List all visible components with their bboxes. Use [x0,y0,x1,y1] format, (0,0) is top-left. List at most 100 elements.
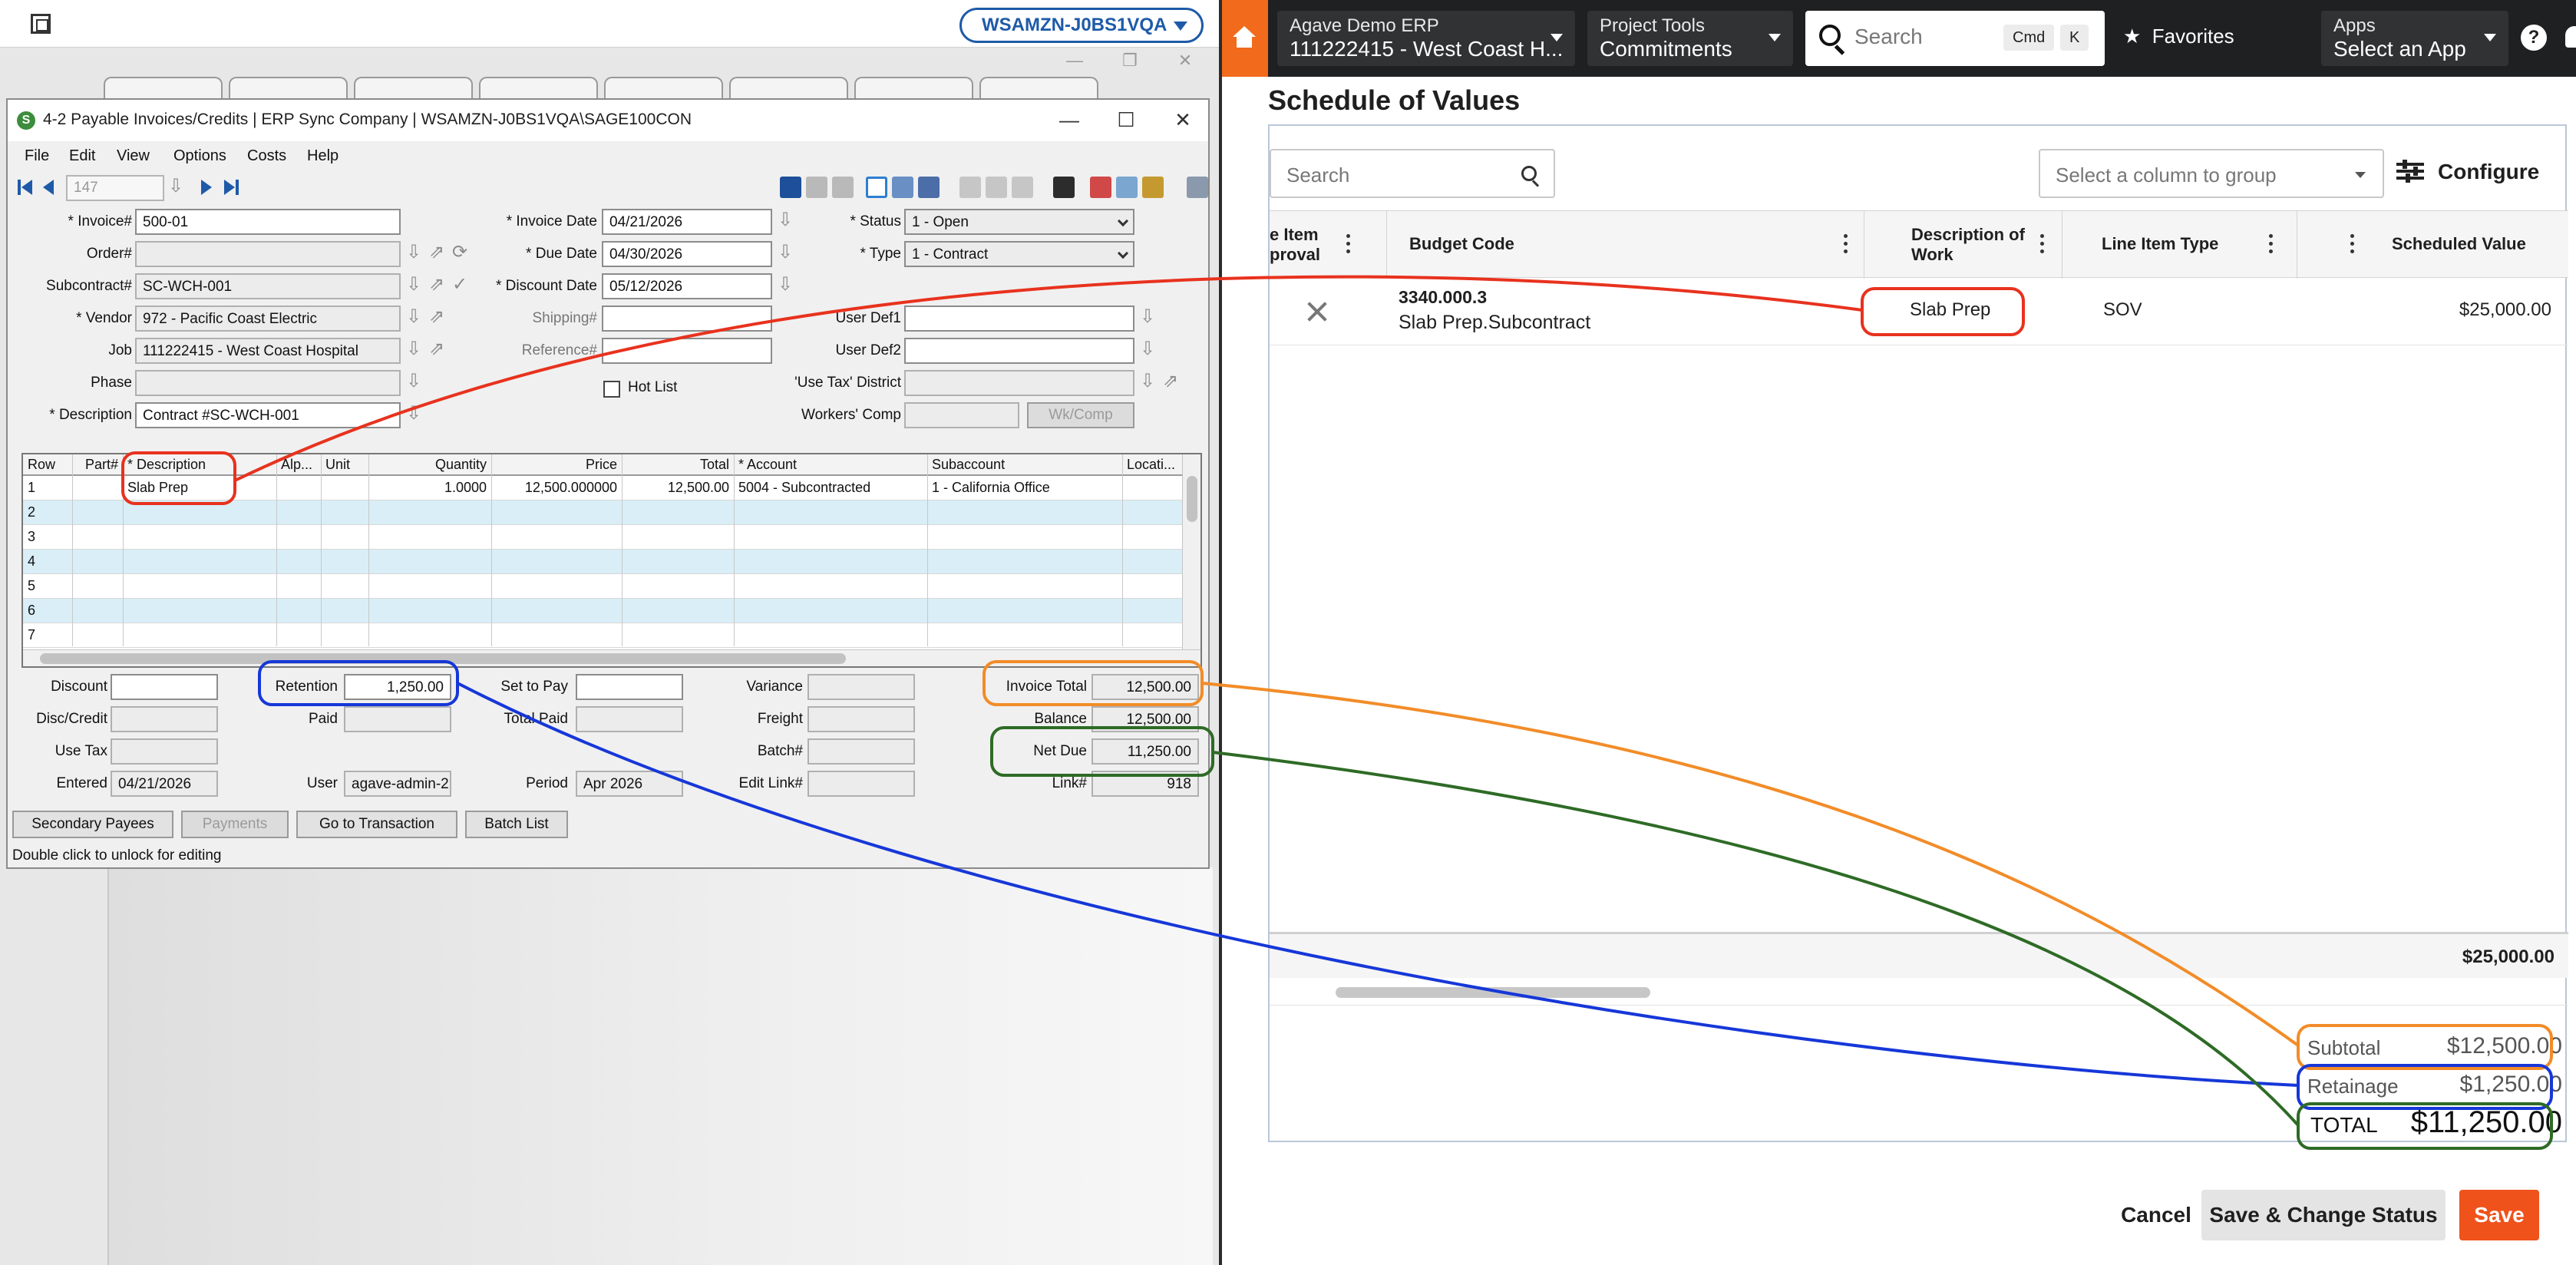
column-header[interactable]: Locati... [1122,454,1182,475]
outer-restore-icon[interactable]: ❐ [1115,49,1145,72]
record-number-field[interactable]: 147 [66,175,164,201]
variance-field[interactable] [807,674,915,700]
column-header[interactable]: Total [622,454,734,475]
menu-file[interactable]: File [25,147,49,165]
retention-field[interactable]: 1,250.00 [344,674,451,700]
lookup-icon[interactable]: ⇩ [1138,372,1158,393]
notifications-icon[interactable] [2565,26,2576,48]
table-row[interactable]: 1 Slab Prep 1.0000 12,500.000000 12,500.… [23,476,1182,500]
scrollbar-thumb[interactable] [40,653,846,664]
line-account[interactable]: 5004 - Subcontracted [734,477,927,498]
notes-icon[interactable] [1090,177,1111,198]
column-header-scheduled-value[interactable]: Scheduled Value [2392,234,2526,254]
status-select[interactable]: 1 - Open [904,209,1134,235]
report-icon[interactable] [1142,177,1164,198]
disc-credit-field[interactable] [111,706,218,732]
use-tax-district-field[interactable] [904,370,1134,396]
last-record-icon[interactable] [223,178,241,197]
copy-icon[interactable] [986,177,1007,198]
save-copy-icon[interactable] [806,177,827,198]
column-header-description[interactable]: Description of Work [1911,225,2025,265]
column-header[interactable]: * Description [123,454,276,475]
previous-record-icon[interactable] [40,178,58,197]
table-row[interactable]: 6 [23,599,1182,623]
column-header[interactable]: Price [491,454,622,475]
shipping-field[interactable] [602,306,772,332]
hot-list-checkbox[interactable] [603,381,620,398]
configure-button[interactable]: Configure [2396,160,2539,184]
table-row[interactable]: 4 [23,550,1182,574]
grid-vertical-scrollbar[interactable] [1182,454,1200,652]
subcontract-field[interactable]: SC-WCH-001 [135,273,401,299]
order-number-field[interactable] [135,241,401,267]
column-menu-icon[interactable] [1844,234,1848,254]
column-header[interactable]: Subaccount [927,454,1122,475]
phase-field[interactable] [135,370,401,396]
column-header[interactable]: Part# [72,454,123,475]
menu-costs[interactable]: Costs [247,147,286,165]
vendor-field[interactable]: 972 - Pacific Coast Electric [135,306,401,332]
set-to-pay-field[interactable] [576,674,683,700]
column-menu-icon[interactable] [2269,234,2274,254]
table-row[interactable]: 2 [23,500,1182,525]
table-row[interactable]: 3 [23,525,1182,550]
payments-button[interactable]: Payments [181,811,289,838]
menu-help[interactable]: Help [307,147,339,165]
column-menu-icon[interactable] [1346,234,1351,254]
period-field[interactable]: Apr 2026 [576,771,683,797]
column-header[interactable]: * Account [734,454,927,475]
drilldown-icon[interactable]: ⇗ [427,339,447,361]
table-horizontal-scrollbar[interactable] [1270,978,2568,1006]
discount-date-field[interactable]: 05/12/2026 [602,273,772,299]
global-search[interactable]: Search Cmd K [1805,11,2105,66]
column-header[interactable]: Quantity [368,454,491,475]
lookup-icon[interactable]: ⇩ [166,177,186,198]
table-row[interactable]: 3340.000.3 Slab Prep.Subcontract Slab Pr… [1270,278,2568,345]
lookup-icon[interactable]: ⇩ [404,372,424,393]
drilldown-icon[interactable]: ⇗ [427,275,447,296]
discount-field[interactable] [111,674,218,700]
next-record-icon[interactable] [197,178,215,197]
job-field[interactable]: 111222415 - West Coast Hospital [135,338,401,364]
table-row[interactable]: 7 [23,623,1182,648]
type-select[interactable]: 1 - Contract [904,241,1134,267]
find-icon[interactable] [918,177,940,198]
close-icon[interactable] [1306,301,1328,322]
go-to-transaction-button[interactable]: Go to Transaction [296,811,457,838]
column-header-line-item-type[interactable]: Line Item Type [2102,234,2218,254]
cut-icon[interactable] [959,177,981,198]
scrollbar-thumb[interactable] [1187,476,1197,522]
column-header-budget-code[interactable]: Budget Code [1409,234,1514,254]
menu-options[interactable]: Options [173,147,226,165]
new-record-icon[interactable] [866,177,887,198]
column-header-approval[interactable]: e Item proval [1270,225,1320,265]
save-change-status-button[interactable]: Save & Change Status [2201,1190,2446,1240]
drilldown-icon[interactable]: ⇗ [427,243,447,264]
outer-minimize-icon[interactable]: — [1059,49,1090,72]
print-icon[interactable] [832,177,854,198]
check-icon[interactable]: ✓ [450,275,470,296]
description-field[interactable]: Contract #SC-WCH-001 [135,402,401,428]
menu-view[interactable]: View [117,147,150,165]
group-by-select[interactable]: Select a column to group [2039,149,2384,198]
line-quantity[interactable]: 1.0000 [368,477,491,498]
entered-date-field[interactable]: 04/21/2026 [111,771,218,797]
minimize-icon[interactable]: — [1050,106,1088,134]
lookup-icon[interactable]: ⇩ [775,275,795,296]
favorites-button[interactable]: ★ Favorites [2123,25,2234,48]
user-def2-field[interactable] [904,338,1134,364]
user-def1-field[interactable] [904,306,1134,332]
user-field[interactable]: agave-admin-2 [344,771,451,797]
column-header[interactable]: Row [23,454,72,475]
workers-comp-field[interactable] [904,402,1019,428]
cancel-button[interactable]: Cancel [2103,1190,2209,1240]
calendar-icon[interactable] [1053,177,1075,198]
invoice-date-field[interactable]: 04/21/2026 [602,209,772,235]
sov-search-input[interactable]: Search [1270,149,1555,198]
line-total[interactable]: 12,500.00 [622,477,734,498]
help-icon[interactable]: ? [2521,25,2547,51]
scrollbar-thumb[interactable] [1336,987,1650,998]
edit-link-field[interactable] [807,771,915,797]
due-date-field[interactable]: 04/30/2026 [602,241,772,267]
home-button[interactable] [1222,0,1268,77]
